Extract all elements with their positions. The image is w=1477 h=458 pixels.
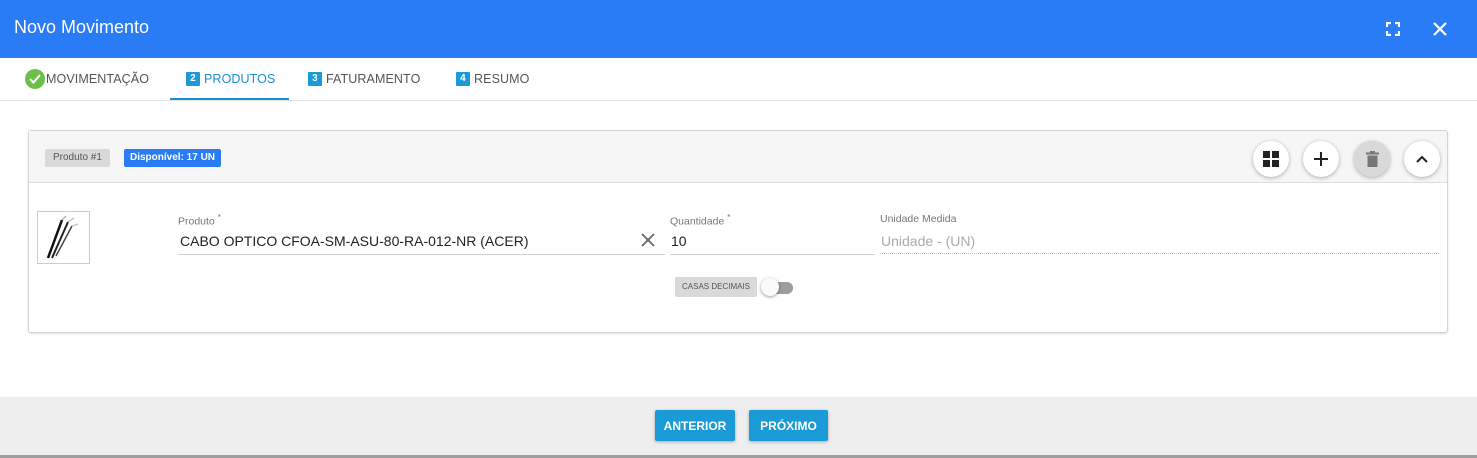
unidade-underline — [880, 253, 1439, 254]
plus-icon — [1314, 152, 1328, 166]
tab-label: PRODUTOS — [204, 72, 276, 86]
product-number-badge: Produto #1 — [45, 149, 110, 167]
casas-decimais-label: CASAS DECIMAIS — [675, 277, 758, 297]
wizard-tabs: MOVIMENTAÇÃO 2 PRODUTOS 3 FATURAMENTO 4 … — [0, 58, 1477, 101]
dialog-footer: ANTERIOR PRÓXIMO — [0, 397, 1477, 455]
delete-product-button[interactable] — [1354, 141, 1390, 177]
product-card: Produto #1 Disponível: 17 UN Produto * C… — [28, 130, 1448, 333]
proximo-button[interactable]: PRÓXIMO — [749, 410, 828, 441]
tab-faturamento[interactable]: 3 FATURAMENTO — [308, 58, 420, 100]
toggle-knob — [761, 278, 779, 296]
step-number: 2 — [186, 72, 200, 86]
tab-label: FATURAMENTO — [326, 72, 421, 86]
cable-image — [46, 215, 79, 259]
unidade-label: Unidade Medida — [880, 213, 957, 225]
quantidade-input[interactable]: 10 — [671, 233, 687, 249]
quantidade-underline — [670, 254, 875, 255]
produto-label: Produto * — [178, 213, 221, 228]
product-card-header: Produto #1 Disponível: 17 UN — [29, 131, 1447, 183]
close-icon[interactable] — [1427, 16, 1453, 42]
dialog-title: Novo Movimento — [14, 17, 150, 37]
tab-movimentacao[interactable]: MOVIMENTAÇÃO — [25, 58, 149, 100]
grid-view-button[interactable] — [1253, 141, 1289, 177]
produto-underline — [178, 254, 665, 255]
quantidade-label: Quantidade * — [670, 213, 731, 228]
tab-resumo[interactable]: 4 RESUMO — [456, 58, 529, 100]
anterior-button[interactable]: ANTERIOR — [655, 410, 735, 441]
chevron-up-icon — [1416, 155, 1428, 163]
unidade-field: Unidade - (UN) — [881, 233, 976, 249]
tab-label: RESUMO — [474, 72, 530, 86]
check-circle-icon — [25, 69, 45, 89]
tab-label: MOVIMENTAÇÃO — [46, 72, 150, 86]
dialog-header: Novo Movimento — [0, 0, 1477, 58]
step-number: 4 — [456, 72, 470, 86]
produto-input[interactable]: CABO OPTICO CFOA-SM-ASU-80-RA-012-NR (AC… — [180, 233, 528, 249]
collapse-button[interactable] — [1404, 141, 1440, 177]
grid-icon — [1263, 151, 1279, 167]
novo-movimento-dialog: Novo Movimento MOVIMENTAÇÃO 2 PRODUTOS 3… — [0, 0, 1477, 458]
tab-produtos[interactable]: 2 PRODUTOS — [169, 58, 290, 100]
step-number: 3 — [308, 72, 322, 86]
available-badge: Disponível: 17 UN — [124, 149, 222, 167]
add-product-button[interactable] — [1303, 141, 1339, 177]
casas-decimais-toggle[interactable] — [761, 278, 793, 296]
product-thumbnail — [37, 211, 90, 264]
fullscreen-icon[interactable] — [1380, 16, 1406, 42]
clear-icon[interactable] — [641, 233, 657, 249]
trash-icon — [1365, 151, 1379, 167]
